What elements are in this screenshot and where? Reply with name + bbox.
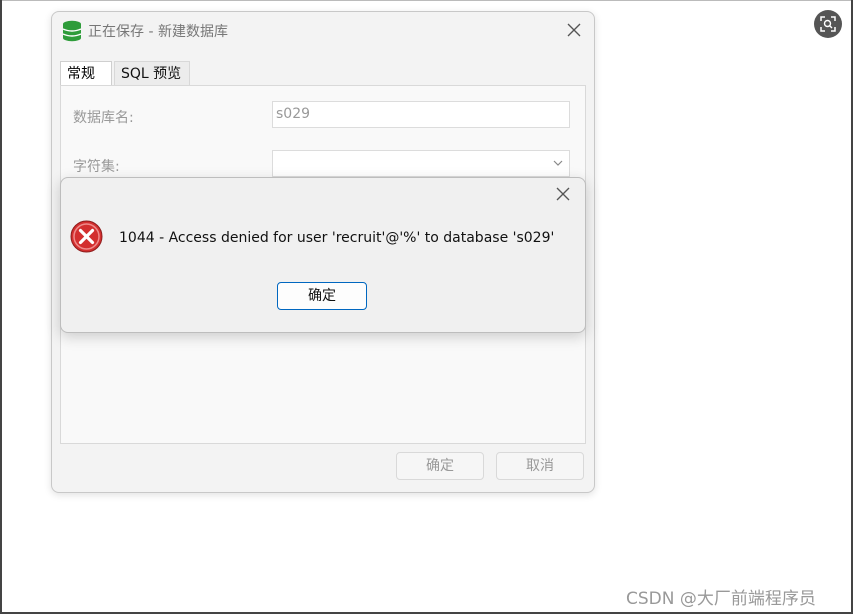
frame-top-border (0, 0, 853, 1)
charset-select[interactable] (272, 150, 570, 177)
error-alert-dialog: 1044 - Access denied for user 'recruit'@… (60, 177, 586, 333)
alert-title-bar (61, 178, 585, 210)
error-message: 1044 - Access denied for user 'recruit'@… (119, 230, 555, 246)
dialog-title-bar: 正在保存 - 新建数据库 (52, 12, 594, 50)
tab-general[interactable]: 常规 (60, 61, 112, 85)
capture-icon (820, 16, 836, 32)
tab-sql-preview[interactable]: SQL 预览 (114, 61, 190, 85)
frame-left-border (0, 0, 2, 614)
watermark: CSDN @大厂前端程序员 (626, 589, 816, 609)
ok-button[interactable]: 确定 (396, 452, 484, 480)
error-icon (70, 220, 103, 253)
close-icon[interactable] (555, 186, 571, 202)
close-icon[interactable] (566, 22, 582, 38)
charset-label: 字符集: (73, 159, 120, 175)
chevron-down-icon (553, 160, 563, 166)
cancel-button[interactable]: 取消 (496, 452, 584, 480)
db-name-input[interactable]: s029 (272, 101, 570, 128)
dialog-title: 正在保存 - 新建数据库 (88, 24, 228, 40)
database-icon (62, 20, 82, 42)
alert-ok-button[interactable]: 确定 (277, 282, 367, 310)
screenshot-tool-button[interactable] (814, 10, 842, 38)
db-name-label: 数据库名: (73, 110, 134, 126)
